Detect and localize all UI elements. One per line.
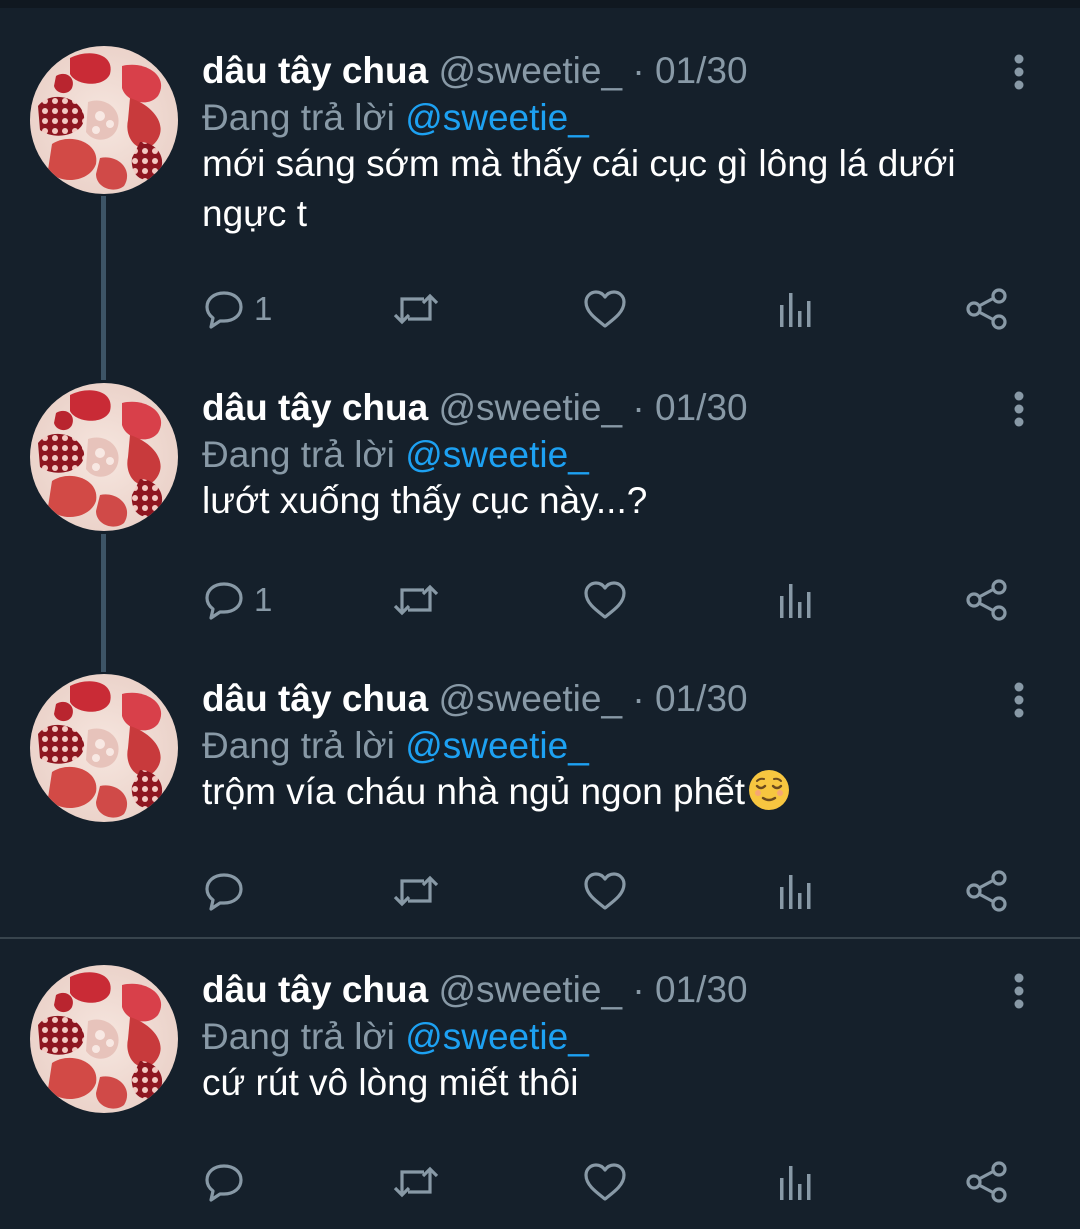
like-button[interactable] [582, 284, 628, 334]
retweet-icon [393, 1166, 439, 1198]
more-options-icon[interactable] [1004, 971, 1034, 1011]
replying-to: Đang trả lời @sweetie_ [202, 1012, 589, 1062]
replying-label: Đang trả lời [202, 1016, 395, 1057]
display-name[interactable]: dâu tây chua [202, 678, 428, 719]
reply-count: 1 [254, 290, 273, 327]
more-options-icon[interactable] [1004, 52, 1034, 92]
like-icon [584, 872, 626, 910]
replying-to: Đang trả lời @sweetie_ [202, 93, 589, 143]
separator-dot: · [632, 387, 645, 428]
analytics-button[interactable] [776, 1157, 816, 1207]
replying-to-mention[interactable]: @sweetie_ [405, 97, 589, 138]
analytics-icon [780, 1166, 811, 1200]
tweet-actions: 1 [202, 575, 1032, 625]
like-icon [584, 1163, 626, 1201]
share-button[interactable] [964, 866, 1010, 916]
separator-dot: · [632, 969, 645, 1010]
like-button[interactable] [582, 866, 628, 916]
tweet[interactable]: dâu tây chua @sweetie_ · 01/30 Đang trả … [0, 965, 1080, 1225]
replying-to-mention[interactable]: @sweetie_ [405, 1016, 589, 1057]
display-name[interactable]: dâu tây chua [202, 969, 428, 1010]
user-handle[interactable]: @sweetie_ [438, 387, 622, 428]
retweet-icon [393, 875, 439, 907]
share-button[interactable] [964, 284, 1010, 334]
replying-to: Đang trả lời @sweetie_ [202, 430, 589, 480]
analytics-icon [780, 584, 811, 618]
reply-icon [205, 873, 243, 911]
tweet-text-content: trộm vía cháu nhà ngủ ngon phết [202, 771, 746, 812]
tweet[interactable]: dâu tây chua @sweetie_ · 01/30 Đang trả … [0, 383, 1080, 643]
share-icon [966, 1161, 1007, 1203]
analytics-button[interactable] [776, 866, 816, 916]
tweet-date[interactable]: 01/30 [655, 387, 748, 428]
like-button[interactable] [582, 1157, 628, 1207]
tweet-separator [0, 937, 1080, 939]
tweet-feed: dâu tây chua @sweetie_ · 01/30 Đang trả … [0, 0, 1080, 1229]
retweet-icon [393, 584, 439, 616]
replying-label: Đang trả lời [202, 434, 395, 475]
tweet-text: mới sáng sớm mà thấy cái cục gì lông lá … [202, 143, 956, 234]
share-icon [966, 870, 1007, 912]
reply-icon [205, 1164, 243, 1202]
analytics-icon [780, 875, 811, 909]
retweet-button[interactable] [390, 1157, 442, 1207]
tweet-text: cứ rút vô lòng miết thôi [202, 1062, 579, 1103]
tweet[interactable]: dâu tây chua @sweetie_ · 01/30 Đang trả … [0, 46, 1080, 346]
reply-icon [205, 582, 243, 620]
tweet-header: dâu tây chua @sweetie_ · 01/30 [202, 674, 748, 724]
like-icon [584, 581, 626, 619]
replying-to-mention[interactable]: @sweetie_ [405, 725, 589, 766]
tweet-header: dâu tây chua @sweetie_ · 01/30 [202, 383, 748, 433]
analytics-icon [780, 293, 811, 327]
replying-to-mention[interactable]: @sweetie_ [405, 434, 589, 475]
retweet-icon [393, 293, 439, 325]
tweet-text: lướt xuống thấy cục này...? [202, 480, 648, 521]
tweet-header: dâu tây chua @sweetie_ · 01/30 [202, 46, 748, 96]
reply-button[interactable]: 1 [202, 575, 272, 625]
tweet-date[interactable]: 01/30 [655, 50, 748, 91]
relieved-face-emoji [749, 770, 790, 810]
reply-icon [205, 291, 243, 329]
share-icon [966, 579, 1007, 621]
tweet-actions [202, 866, 1032, 916]
tweet[interactable]: dâu tây chua @sweetie_ · 01/30 Đang trả … [0, 674, 1080, 934]
tweet-date[interactable]: 01/30 [655, 678, 748, 719]
top-divider [0, 0, 1080, 8]
analytics-button[interactable] [776, 575, 816, 625]
tweet-actions: 1 [202, 284, 1032, 334]
separator-dot: · [632, 678, 645, 719]
avatar[interactable] [30, 965, 178, 1113]
share-icon [966, 288, 1007, 330]
replying-label: Đang trả lời [202, 725, 395, 766]
display-name[interactable]: dâu tây chua [202, 50, 428, 91]
more-options-icon[interactable] [1004, 680, 1034, 720]
analytics-button[interactable] [776, 284, 816, 334]
tweet-text: trộm vía cháu nhà ngủ ngon phết [202, 767, 1032, 817]
share-button[interactable] [964, 1157, 1010, 1207]
retweet-button[interactable] [390, 284, 442, 334]
more-options-icon[interactable] [1004, 389, 1034, 429]
reply-button[interactable] [202, 866, 254, 916]
display-name[interactable]: dâu tây chua [202, 387, 428, 428]
avatar[interactable] [30, 674, 178, 822]
user-handle[interactable]: @sweetie_ [438, 969, 622, 1010]
tweet-date[interactable]: 01/30 [655, 969, 748, 1010]
like-button[interactable] [582, 575, 628, 625]
replying-label: Đang trả lời [202, 97, 395, 138]
tweet-header: dâu tây chua @sweetie_ · 01/30 [202, 965, 748, 1015]
user-handle[interactable]: @sweetie_ [438, 678, 622, 719]
retweet-button[interactable] [390, 575, 442, 625]
share-button[interactable] [964, 575, 1010, 625]
separator-dot: · [632, 50, 645, 91]
reply-count: 1 [254, 581, 273, 618]
replying-to: Đang trả lời @sweetie_ [202, 721, 589, 771]
avatar[interactable] [30, 383, 178, 531]
reply-button[interactable] [202, 1157, 254, 1207]
like-icon [584, 290, 626, 328]
reply-button[interactable]: 1 [202, 284, 272, 334]
tweet-actions [202, 1157, 1032, 1207]
avatar[interactable] [30, 46, 178, 194]
retweet-button[interactable] [390, 866, 442, 916]
user-handle[interactable]: @sweetie_ [438, 50, 622, 91]
